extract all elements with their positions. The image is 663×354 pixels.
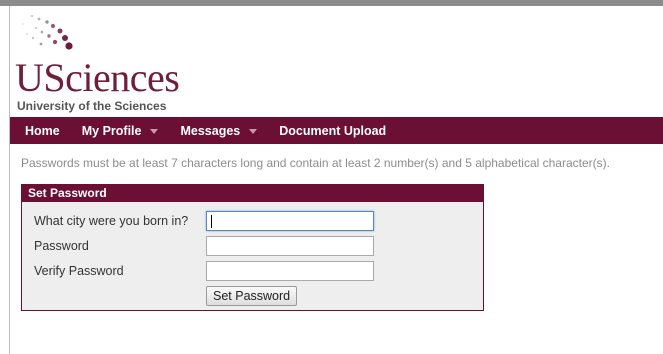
- nav-my-profile[interactable]: My Profile: [82, 117, 159, 144]
- set-password-button[interactable]: Set Password: [206, 286, 298, 306]
- nav-my-profile-label: My Profile: [81, 123, 142, 138]
- logo-wordmark: USciences: [15, 55, 180, 100]
- nav-home[interactable]: Home: [25, 117, 60, 144]
- nav-document-upload[interactable]: Document Upload: [279, 117, 386, 144]
- set-password-panel: Set Password What city were you born in?…: [21, 184, 484, 311]
- top-rule: [0, 0, 663, 6]
- password-row: Password: [34, 236, 89, 256]
- verify-password-input[interactable]: [206, 261, 374, 281]
- chevron-down-icon: [150, 128, 159, 134]
- verify-password-label: Verify Password: [34, 264, 124, 278]
- left-rule: [9, 6, 10, 354]
- password-requirements-notice: Passwords must be at least 7 characters …: [21, 156, 610, 170]
- password-label: Password: [34, 239, 89, 253]
- verify-password-row: Verify Password: [34, 261, 124, 281]
- logo-subtitle: University of the Sciences: [17, 99, 167, 113]
- chevron-down-icon: [249, 128, 258, 134]
- page: USciences University of the Sciences Hom…: [0, 0, 663, 354]
- site-logo[interactable]: USciences University of the Sciences: [14, 14, 214, 113]
- password-input[interactable]: [206, 236, 374, 256]
- text-cursor: [211, 215, 212, 228]
- security-question-input[interactable]: [206, 211, 374, 231]
- security-question-row: What city were you born in?: [34, 211, 188, 231]
- security-question-label: What city were you born in?: [34, 214, 189, 228]
- nav-document-upload-label: Document Upload: [279, 123, 387, 138]
- nav-messages[interactable]: Messages: [180, 117, 258, 144]
- nav-messages-label: Messages: [180, 123, 241, 138]
- main-nav: Home My Profile Messages Document Upload: [10, 117, 663, 144]
- panel-title: Set Password: [22, 185, 483, 202]
- nav-home-label: Home: [25, 123, 60, 138]
